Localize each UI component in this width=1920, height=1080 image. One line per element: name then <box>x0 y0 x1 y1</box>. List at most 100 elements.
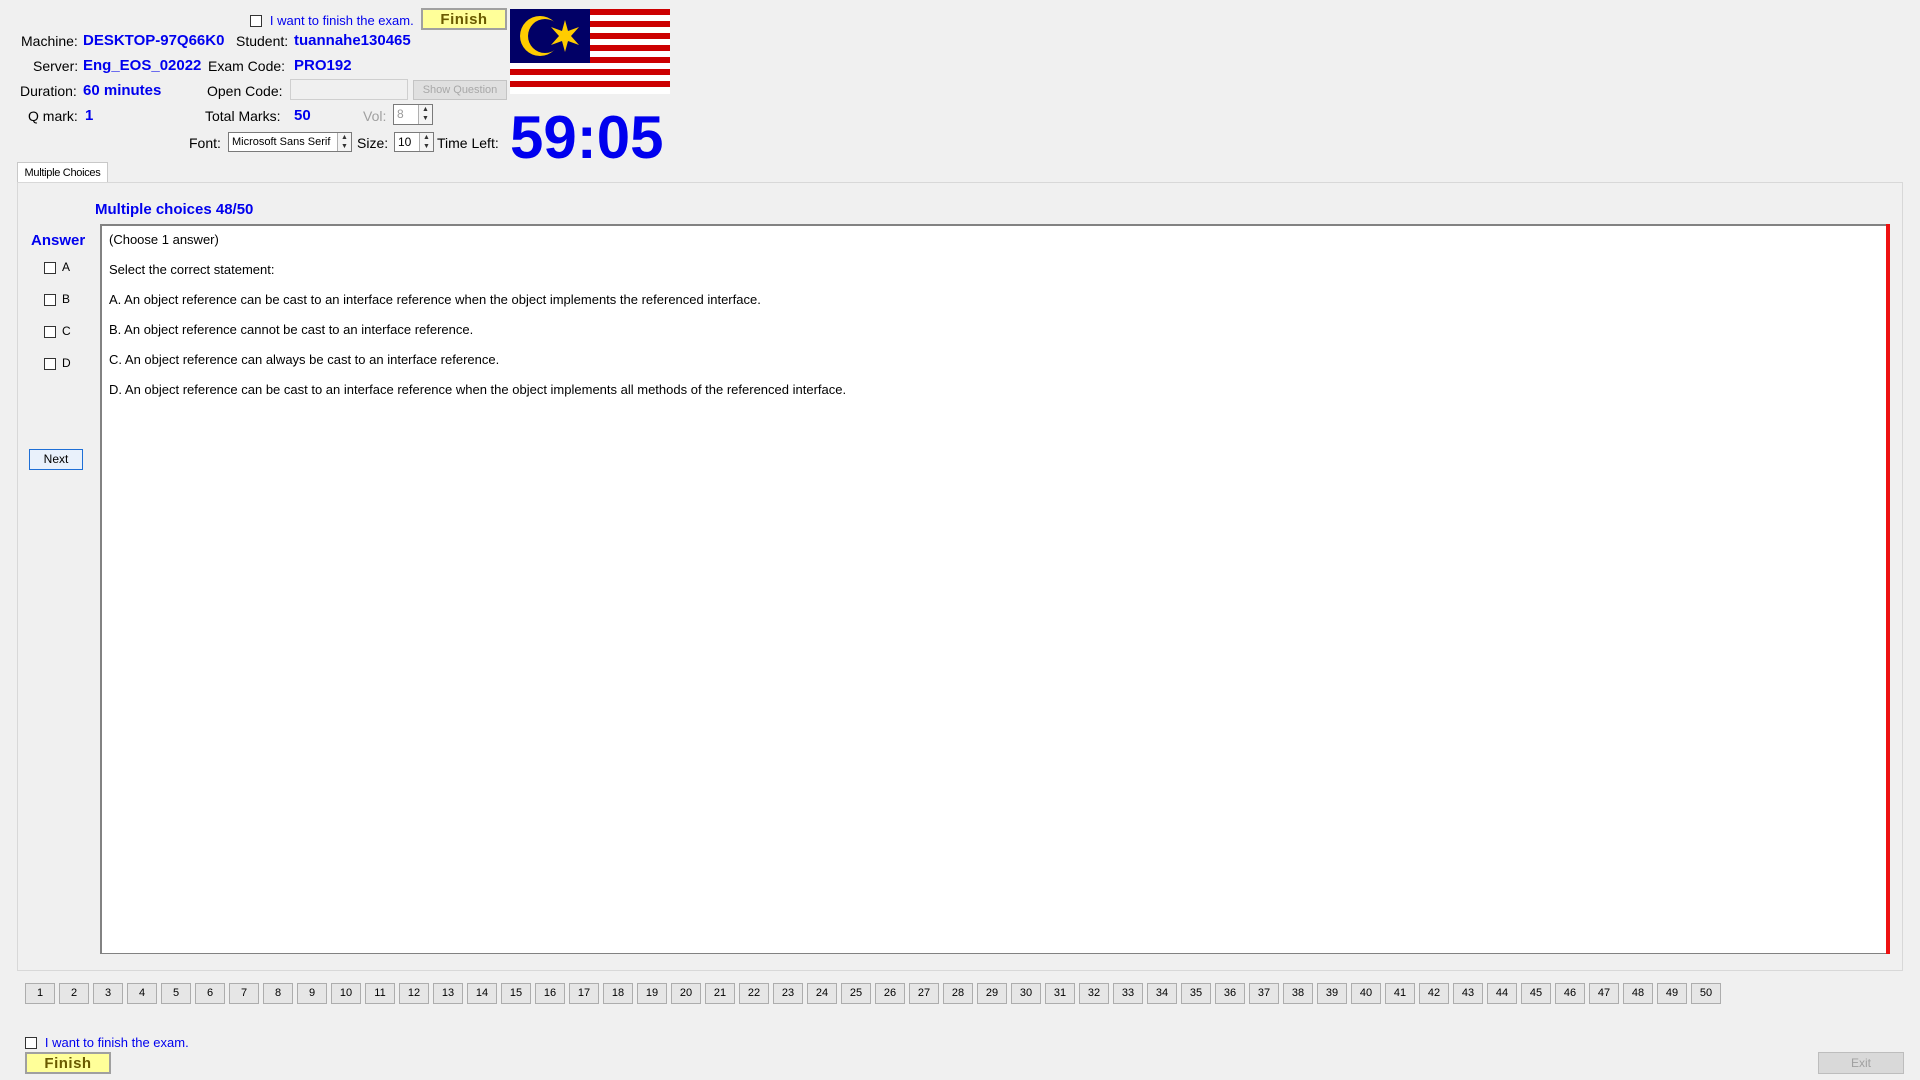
question-nav-button-47[interactable]: 47 <box>1589 983 1619 1004</box>
question-text-box[interactable]: (Choose 1 answer) Select the correct sta… <box>100 224 1890 954</box>
finish-button-bottom[interactable]: Finish <box>25 1052 111 1074</box>
question-nav-button-40[interactable]: 40 <box>1351 983 1381 1004</box>
size-value: 10 <box>398 135 412 149</box>
finish-button-top[interactable]: Finish <box>421 8 507 30</box>
question-choice-b: B. An object reference cannot be cast to… <box>109 322 474 337</box>
question-nav-button-20[interactable]: 20 <box>671 983 701 1004</box>
time-left-label: Time Left: <box>437 135 499 151</box>
question-nav-button-26[interactable]: 26 <box>875 983 905 1004</box>
student-value: tuannahe130465 <box>294 32 411 49</box>
question-nav-button-4[interactable]: 4 <box>127 983 157 1004</box>
size-label: Size: <box>357 135 389 151</box>
question-nav-button-14[interactable]: 14 <box>467 983 497 1004</box>
question-nav-button-24[interactable]: 24 <box>807 983 837 1004</box>
spinner-arrows-icon[interactable]: ▲ ▼ <box>337 133 351 151</box>
question-nav-button-33[interactable]: 33 <box>1113 983 1143 1004</box>
question-nav-button-41[interactable]: 41 <box>1385 983 1415 1004</box>
question-nav-button-15[interactable]: 15 <box>501 983 531 1004</box>
question-nav-button-27[interactable]: 27 <box>909 983 939 1004</box>
duration-value: 60 minutes <box>83 82 162 99</box>
answer-option-a[interactable]: A <box>44 260 70 274</box>
flag-svg <box>510 9 670 94</box>
finish-exam-checkbox-bottom[interactable]: I want to finish the exam. <box>25 1034 189 1050</box>
finish-exam-checkbox-top[interactable]: I want to finish the exam. <box>250 12 414 28</box>
question-nav-button-45[interactable]: 45 <box>1521 983 1551 1004</box>
question-nav-button-12[interactable]: 12 <box>399 983 429 1004</box>
question-nav-button-29[interactable]: 29 <box>977 983 1007 1004</box>
question-nav-button-3[interactable]: 3 <box>93 983 123 1004</box>
question-nav-button-1[interactable]: 1 <box>25 983 55 1004</box>
answer-checkbox-b[interactable] <box>44 293 56 306</box>
spinner-arrows-icon[interactable]: ▲ ▼ <box>418 105 432 124</box>
question-nav-button-50[interactable]: 50 <box>1691 983 1721 1004</box>
question-nav-button-23[interactable]: 23 <box>773 983 803 1004</box>
checkbox-box[interactable] <box>250 15 262 28</box>
question-nav-button-32[interactable]: 32 <box>1079 983 1109 1004</box>
question-nav-button-13[interactable]: 13 <box>433 983 463 1004</box>
size-spinner[interactable]: 10 ▲ ▼ <box>394 132 434 152</box>
answer-checkbox-c[interactable] <box>44 325 56 338</box>
question-nav-button-37[interactable]: 37 <box>1249 983 1279 1004</box>
question-nav-button-28[interactable]: 28 <box>943 983 973 1004</box>
question-title: Multiple choices 48/50 <box>95 201 254 218</box>
answer-checkbox-d[interactable] <box>44 357 56 370</box>
question-nav-button-36[interactable]: 36 <box>1215 983 1245 1004</box>
spinner-arrows-icon[interactable]: ▲ ▼ <box>419 133 433 151</box>
exam-code-label: Exam Code: <box>208 58 286 74</box>
question-nav-button-39[interactable]: 39 <box>1317 983 1347 1004</box>
answer-option-d[interactable]: D <box>44 356 71 370</box>
question-nav-button-49[interactable]: 49 <box>1657 983 1687 1004</box>
malaysia-flag-image <box>510 9 670 94</box>
question-nav-button-8[interactable]: 8 <box>263 983 293 1004</box>
question-choice-c: C. An object reference can always be cas… <box>109 352 500 367</box>
question-nav-button-38[interactable]: 38 <box>1283 983 1313 1004</box>
vol-spinner[interactable]: 8 ▲ ▼ <box>393 104 433 125</box>
question-nav-button-43[interactable]: 43 <box>1453 983 1483 1004</box>
answer-checkbox-a[interactable] <box>44 261 56 274</box>
exam-code-value: PRO192 <box>294 57 352 74</box>
question-nav-button-48[interactable]: 48 <box>1623 983 1653 1004</box>
total-marks-value: 50 <box>294 107 311 124</box>
question-nav-button-42[interactable]: 42 <box>1419 983 1449 1004</box>
answer-option-c[interactable]: C <box>44 324 71 338</box>
question-nav-button-5[interactable]: 5 <box>161 983 191 1004</box>
show-question-button[interactable]: Show Question <box>413 80 507 100</box>
question-nav-button-25[interactable]: 25 <box>841 983 871 1004</box>
question-nav-button-11[interactable]: 11 <box>365 983 395 1004</box>
question-nav-button-31[interactable]: 31 <box>1045 983 1075 1004</box>
finish-exam-label-bottom: I want to finish the exam. <box>44 1035 189 1050</box>
vol-value: 8 <box>397 107 404 121</box>
question-nav-button-16[interactable]: 16 <box>535 983 565 1004</box>
question-nav-button-35[interactable]: 35 <box>1181 983 1211 1004</box>
question-nav-button-44[interactable]: 44 <box>1487 983 1517 1004</box>
question-nav-button-18[interactable]: 18 <box>603 983 633 1004</box>
server-label: Server: <box>33 58 79 74</box>
question-nav-button-7[interactable]: 7 <box>229 983 259 1004</box>
question-nav-button-19[interactable]: 19 <box>637 983 667 1004</box>
question-nav-button-9[interactable]: 9 <box>297 983 327 1004</box>
font-select[interactable]: Microsoft Sans Serif ▲ ▼ <box>228 132 352 152</box>
open-code-input[interactable] <box>290 79 408 100</box>
question-nav-button-21[interactable]: 21 <box>705 983 735 1004</box>
tab-multiple-choices[interactable]: Multiple Choices <box>17 162 108 182</box>
checkbox-box[interactable] <box>25 1037 37 1050</box>
answer-option-b-label: B <box>62 292 71 306</box>
question-nav-button-2[interactable]: 2 <box>59 983 89 1004</box>
question-nav-button-34[interactable]: 34 <box>1147 983 1177 1004</box>
question-nav-button-46[interactable]: 46 <box>1555 983 1585 1004</box>
qmark-label: Q mark: <box>28 108 78 124</box>
answer-option-a-label: A <box>62 260 71 274</box>
answer-option-b[interactable]: B <box>44 292 70 306</box>
exit-button[interactable]: Exit <box>1818 1052 1904 1074</box>
question-nav-button-17[interactable]: 17 <box>569 983 599 1004</box>
question-navigation: 1 2 3 4 5 6 7 8 9 10 11 12 13 14 15 16 17 18 19 20 21 22 23 24 2… <box>25 983 1725 1004</box>
question-nav-button-30[interactable]: 30 <box>1011 983 1041 1004</box>
student-label: Student: <box>236 33 289 49</box>
question-nav-button-22[interactable]: 22 <box>739 983 769 1004</box>
open-code-label: Open Code: <box>207 83 283 99</box>
question-nav-button-10[interactable]: 10 <box>331 983 361 1004</box>
next-button[interactable]: Next <box>29 449 83 470</box>
scroll-indicator-bar <box>1886 224 1890 954</box>
machine-label: Machine: <box>21 33 78 49</box>
question-nav-button-6[interactable]: 6 <box>195 983 225 1004</box>
